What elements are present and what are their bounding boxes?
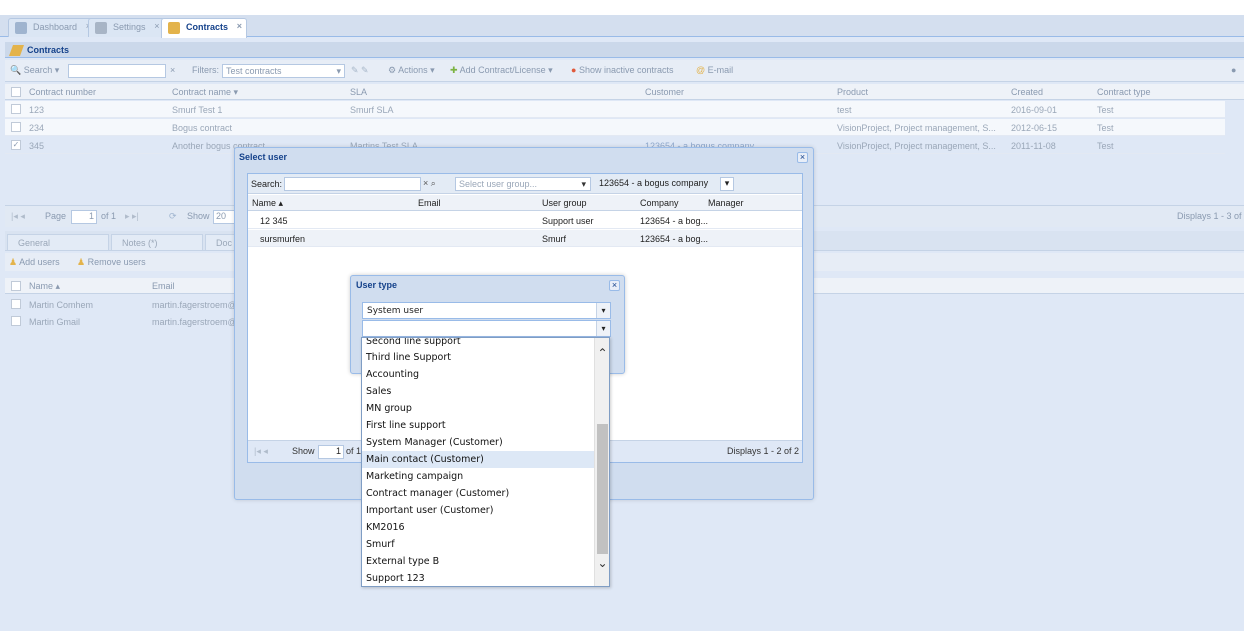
page-input[interactable]: 1: [71, 210, 97, 224]
top-bar: [0, 0, 1244, 15]
select-all-checkbox[interactable]: [11, 87, 21, 97]
list-item[interactable]: First line support: [362, 417, 596, 434]
contract-icon: [168, 22, 180, 34]
contracts-toolbar: 🔍 Search ▾ × Filters: Test contracts ▾ ✎ …: [5, 60, 1244, 82]
column-header[interactable]: SLA: [350, 87, 367, 97]
search-input[interactable]: [68, 64, 166, 78]
table-row[interactable]: 123 Smurf Test 1 Smurf SLA test 2016-09-…: [5, 101, 1225, 118]
contracts-grid-header: Contract number Contract name ▾ SLA Cust…: [5, 84, 1244, 100]
search-menu-button[interactable]: 🔍 Search ▾: [10, 65, 59, 76]
filter-select[interactable]: Test contracts ▾: [222, 64, 345, 78]
table-row[interactable]: 234 Bogus contract VisionProject, Projec…: [5, 119, 1225, 136]
column-header[interactable]: Name ▴: [252, 198, 283, 209]
list-item[interactable]: Important user (Customer): [362, 502, 596, 519]
column-header[interactable]: Email: [152, 281, 175, 291]
main-tabstrip: Dashboard × Settings × Contracts ×: [0, 15, 1244, 38]
tab-settings[interactable]: Settings ×: [88, 18, 165, 37]
panel-title: Contracts: [5, 42, 1244, 58]
clear-icon[interactable]: ×: [170, 65, 175, 75]
list-item[interactable]: External type B: [362, 553, 596, 570]
user-type-dropdown-list[interactable]: Second line support Third line Support A…: [361, 337, 610, 587]
user-subtype-select[interactable]: ▾: [362, 320, 611, 337]
list-item[interactable]: Accounting: [362, 366, 596, 383]
column-header[interactable]: Created: [1011, 87, 1043, 97]
chevron-down-icon[interactable]: ▾: [720, 177, 734, 191]
first-page-icon[interactable]: |◂ ◂: [11, 211, 25, 222]
first-page-icon[interactable]: |◂ ◂: [254, 446, 268, 457]
chevron-down-icon[interactable]: ⌄: [595, 556, 609, 570]
user-type-select[interactable]: System user ▾: [362, 302, 611, 319]
close-icon[interactable]: ×: [797, 152, 808, 163]
add-users-button[interactable]: ♟ Add users: [9, 257, 60, 268]
chevron-down-icon[interactable]: ▾: [596, 303, 610, 318]
column-header[interactable]: User group: [542, 198, 587, 208]
email-button[interactable]: @ E-mail: [696, 65, 733, 75]
column-header[interactable]: Name ▴: [29, 281, 60, 292]
row-checkbox[interactable]: [11, 299, 21, 309]
page-size-input[interactable]: 20: [213, 210, 235, 224]
dialog-title: User type: [356, 280, 398, 290]
tab-dashboard[interactable]: Dashboard ×: [8, 18, 97, 37]
search-input[interactable]: [284, 177, 421, 191]
table-row[interactable]: Martin Comhem martin.fagerstroem@: [5, 296, 245, 312]
list-item[interactable]: Smurf: [362, 536, 596, 553]
row-checkbox[interactable]: [11, 122, 21, 132]
actions-button[interactable]: ⚙ Actions ▾: [388, 65, 435, 76]
list-item[interactable]: System Manager (Customer): [362, 434, 596, 451]
list-item[interactable]: Sales: [362, 383, 596, 400]
list-item[interactable]: Contract manager (Customer): [362, 485, 596, 502]
search-icon[interactable]: × ⌕: [423, 178, 436, 189]
select-all-checkbox[interactable]: [11, 281, 21, 291]
page-input[interactable]: 1: [318, 445, 344, 459]
list-item[interactable]: MN group: [362, 400, 596, 417]
list-item-highlighted[interactable]: Main contact (Customer): [362, 451, 596, 468]
user-group-select[interactable]: Select user group... ▾: [455, 177, 591, 191]
list-item[interactable]: Marketing campaign: [362, 468, 596, 485]
column-header[interactable]: Manager: [708, 198, 744, 208]
filter-edit-icon[interactable]: ✎ ✎: [351, 65, 369, 76]
close-icon[interactable]: ×: [237, 21, 242, 31]
column-header[interactable]: Product: [837, 87, 868, 97]
help-icon[interactable]: ●: [1231, 65, 1236, 75]
user-grid-header: Name ▴ Email User group Company Manager: [248, 195, 802, 211]
table-row[interactable]: Martin Gmail martin.fagerstroem@: [5, 313, 245, 329]
wrench-icon: [95, 22, 107, 34]
dashboard-icon: [15, 22, 27, 34]
table-row[interactable]: 12 345 Support user 123654 - a bog...: [248, 212, 802, 229]
window-title: Select user: [239, 152, 288, 162]
next-page-icon[interactable]: ▸ ▸|: [125, 211, 139, 222]
column-header[interactable]: Company: [640, 198, 679, 208]
row-checkbox[interactable]: [11, 104, 21, 114]
scrollbar-thumb[interactable]: [597, 424, 608, 554]
company-select[interactable]: 123654 - a bogus company: [596, 177, 732, 191]
column-header[interactable]: Email: [418, 198, 441, 208]
list-item[interactable]: KM2016: [362, 519, 596, 536]
close-icon[interactable]: ×: [609, 280, 620, 291]
column-header[interactable]: Contract type: [1097, 87, 1151, 97]
list-item[interactable]: Third line Support: [362, 349, 596, 366]
list-item[interactable]: Support 123: [362, 570, 596, 586]
scrollbar[interactable]: ⌃ ⌄: [594, 338, 609, 586]
tab-contracts[interactable]: Contracts ×: [161, 18, 248, 38]
contract-icon: [8, 45, 25, 56]
column-header[interactable]: Contract number: [29, 87, 96, 97]
refresh-icon[interactable]: ⟳: [169, 211, 177, 222]
close-icon[interactable]: ×: [154, 21, 159, 31]
chevron-up-icon[interactable]: ⌃: [595, 346, 609, 360]
column-header[interactable]: Customer: [645, 87, 684, 97]
filters-label: Filters:: [192, 65, 219, 75]
add-contract-button[interactable]: ✚ Add Contract/License ▾: [450, 65, 553, 76]
column-header[interactable]: Contract name ▾: [172, 87, 238, 98]
show-inactive-button[interactable]: ● Show inactive contracts: [571, 65, 674, 75]
table-row[interactable]: sursmurfen Smurf 123654 - a bog...: [248, 230, 802, 247]
chevron-down-icon[interactable]: ▾: [596, 321, 610, 336]
remove-users-button[interactable]: ♟ Remove users: [77, 257, 146, 268]
user-search-toolbar: Search: × ⌕ Select user group... ▾ 123654…: [248, 174, 802, 194]
row-checkbox[interactable]: [11, 316, 21, 326]
row-checkbox[interactable]: ✓: [11, 140, 21, 150]
tab-notes[interactable]: Notes (*): [111, 234, 203, 251]
tab-general[interactable]: General: [7, 234, 109, 251]
